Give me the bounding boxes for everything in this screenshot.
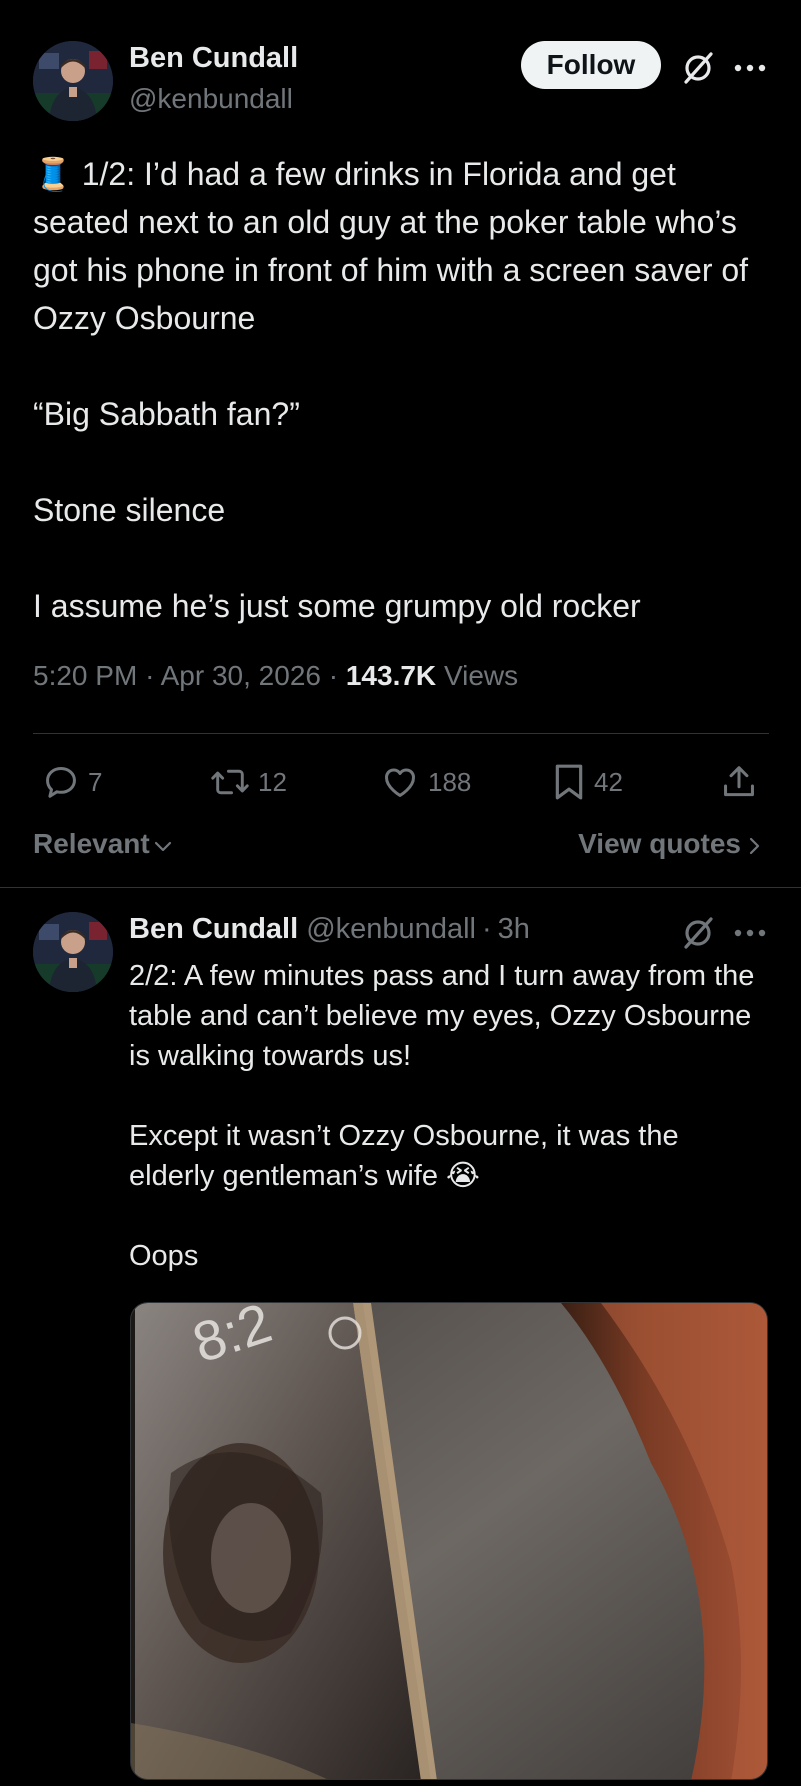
view-quotes-link[interactable]: View quotes: [578, 828, 763, 860]
repost-count: 12: [258, 766, 287, 797]
repost-icon: [211, 769, 249, 795]
reply-avatar[interactable]: [33, 912, 113, 992]
grok-icon[interactable]: [678, 913, 718, 953]
tweet-paragraph: I assume he’s just some grumpy old rocke…: [33, 588, 641, 624]
bookmark-icon: [555, 764, 583, 800]
tweet-paragraph: 🧵 1/2: I’d had a few drinks in Florida a…: [33, 156, 749, 336]
tweet-text: 🧵 1/2: I’d had a few drinks in Florida a…: [33, 150, 773, 630]
chevron-right-icon: [749, 837, 760, 855]
author-name[interactable]: Ben Cundall: [129, 42, 298, 75]
views-label: Views: [443, 660, 519, 691]
tweet-paragraph: “Big Sabbath fan?”: [33, 396, 300, 432]
share-icon: [724, 766, 754, 797]
crying-emoji: 😭: [446, 1160, 480, 1192]
share-button[interactable]: [720, 762, 758, 802]
sort-label: Relevant: [33, 828, 150, 859]
tweet-date[interactable]: Apr 30, 2026: [161, 660, 321, 691]
divider: [0, 887, 801, 888]
reply-time[interactable]: 3h: [498, 913, 530, 945]
reply-paragraph: Except it wasn’t Ozzy Osbourne, it was t…: [129, 1120, 679, 1192]
follow-button[interactable]: Follow: [521, 41, 661, 89]
like-button[interactable]: 188: [380, 762, 471, 802]
like-icon: [385, 768, 415, 797]
tweet-paragraph: Stone silence: [33, 492, 226, 528]
avatar[interactable]: [33, 41, 113, 121]
reply-paragraph: 2/2: A few minutes pass and I turn away …: [129, 960, 755, 1072]
reply-author-name[interactable]: Ben Cundall: [129, 913, 298, 945]
sort-dropdown[interactable]: Relevant: [33, 828, 174, 860]
more-icon[interactable]: [730, 913, 770, 953]
thread-emoji: 🧵: [33, 156, 73, 192]
reply-button[interactable]: 7: [42, 762, 102, 802]
reply-header: Ben Cundall @kenbundall · 3h: [129, 913, 530, 945]
more-icon[interactable]: [730, 48, 770, 88]
divider: [33, 733, 769, 734]
grok-icon[interactable]: [678, 48, 718, 88]
like-count: 188: [428, 766, 472, 797]
tweet-meta: 5:20 PM · Apr 30, 2026 · 143.7K Views: [33, 660, 519, 691]
chevron-down-icon: [154, 841, 171, 852]
author-handle[interactable]: @kenbundall: [129, 83, 293, 115]
repost-button[interactable]: 12: [210, 762, 287, 802]
bookmark-button[interactable]: 42: [552, 762, 623, 802]
reply-text: 2/2: A few minutes pass and I turn away …: [129, 956, 769, 1276]
reply-icon: [46, 767, 76, 798]
view-quotes-label: View quotes: [578, 828, 741, 859]
views-count: 143.7K: [345, 660, 437, 691]
reply-paragraph: Oops: [129, 1240, 199, 1272]
tweet-time[interactable]: 5:20 PM: [33, 660, 137, 691]
bookmark-count: 42: [594, 766, 623, 797]
reply-author-handle[interactable]: @kenbundall: [306, 913, 476, 945]
reply-count: 7: [88, 766, 103, 797]
tweet-photo[interactable]: 8:2: [130, 1302, 768, 1780]
